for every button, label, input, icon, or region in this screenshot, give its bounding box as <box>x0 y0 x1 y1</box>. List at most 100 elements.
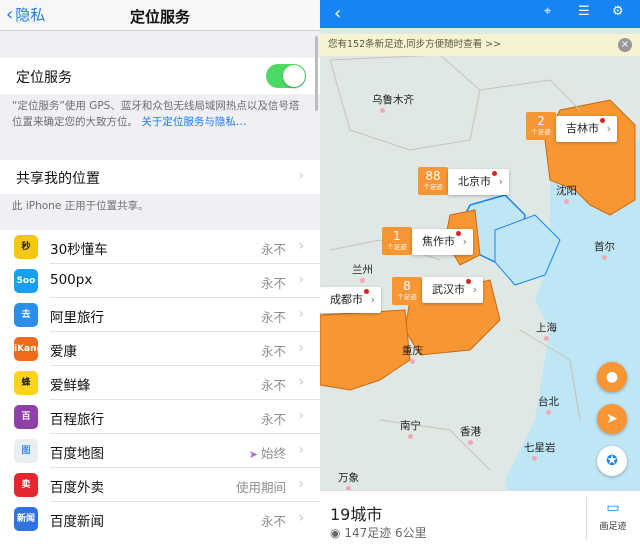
draw-footprint-label: 画足迹 <box>599 522 627 532</box>
location-pin-icon[interactable]: ⌖ <box>544 4 551 19</box>
place-dot <box>532 456 537 461</box>
chevron-right-icon: › <box>298 340 304 356</box>
city-label[interactable]: 吉林市 › <box>556 116 617 142</box>
app-row[interactable]: 新闻 百度新闻 永不 › <box>0 502 320 536</box>
close-icon[interactable]: × <box>618 38 632 52</box>
place-label: 重庆 <box>402 345 423 357</box>
chevron-right-icon: › <box>498 175 503 188</box>
city-label[interactable]: 焦作市 › <box>412 229 473 255</box>
sync-banner-text: 您有152条新足迹,同步方便随时查看 >> <box>328 39 502 50</box>
red-dot-icon <box>456 231 461 236</box>
privacy-link[interactable]: 关于定位服务与隐私… <box>141 116 246 128</box>
chevron-right-icon: › <box>298 306 304 322</box>
app-permission-status: ➤ 始终 <box>249 443 286 462</box>
chevron-right-icon: › <box>606 122 611 135</box>
permission-text: 永不 <box>260 242 286 257</box>
distance-value: 6公里 <box>395 526 427 540</box>
city-label[interactable]: 武汉市 › <box>422 277 483 303</box>
toggle-knob <box>283 65 305 87</box>
red-dot-icon <box>492 171 497 176</box>
app-name: 百度地图 <box>50 446 104 462</box>
app-icon: 5oo <box>14 269 38 293</box>
place-label: 沈阳 <box>556 185 577 197</box>
app-name: 30秒懂车 <box>50 242 108 258</box>
chevron-right-icon: › <box>298 374 304 390</box>
footprint-count-badge[interactable]: 2 个足迹 <box>526 112 556 140</box>
app-row[interactable]: iKang 爱康 永不 › <box>0 332 320 366</box>
share-location-note: 此 iPhone 正用于位置共享。 <box>12 200 149 212</box>
place-label: 南宁 <box>400 420 421 432</box>
app-icon: 百 <box>14 405 38 429</box>
footprint-count-badge[interactable]: 88 个足迹 <box>418 167 448 195</box>
place-dot <box>468 440 473 445</box>
locate-button[interactable]: ➤ <box>597 404 627 434</box>
divider <box>586 497 587 541</box>
app-name: 爱康 <box>50 344 77 360</box>
footprint-unit: 个足迹 <box>387 243 407 251</box>
navigation-arrow-icon: ➤ <box>606 411 618 427</box>
footprint-count-badge[interactable]: 8 个足迹 <box>392 277 422 305</box>
compass-button[interactable]: ✪ <box>597 446 627 476</box>
place-label: 首尔 <box>594 241 615 253</box>
place-dot <box>546 410 551 415</box>
app-icon: 去 <box>14 303 38 327</box>
share-location-label: 共享我的位置 <box>16 171 100 187</box>
app-icon: iKang <box>14 337 38 361</box>
chevron-right-icon: › <box>298 476 304 492</box>
footprint-count-badge[interactable]: 1 个足迹 <box>382 227 412 255</box>
app-row[interactable]: 5oo 500px 永不 › <box>0 264 320 298</box>
app-permission-status: 使用期间 <box>236 477 286 496</box>
compass-icon: ✪ <box>606 453 618 469</box>
app-icon: 图 <box>14 439 38 463</box>
place-dot <box>602 255 607 260</box>
red-dot-icon <box>600 118 605 123</box>
chevron-right-icon: › <box>298 408 304 424</box>
app-icon: 卖 <box>14 473 38 497</box>
city-label[interactable]: 成都市 › <box>320 287 381 313</box>
app-row[interactable]: 去阿里旅行 永不 › <box>0 298 320 332</box>
chevron-right-icon: › <box>462 235 467 248</box>
app-permission-status: 永不 <box>261 307 286 326</box>
app-row[interactable]: 秒 30秒懂车 永不 › <box>0 230 320 264</box>
permission-text: 永不 <box>260 344 286 359</box>
sync-banner[interactable]: 您有152条新足迹,同步方便随时查看 >> × <box>320 34 640 56</box>
city-name: 吉林市 <box>566 122 599 135</box>
app-name: 百度外卖 <box>50 480 104 496</box>
city-name: 焦作市 <box>422 235 455 248</box>
location-pin-icon: ◉ <box>330 526 341 540</box>
footprint-unit: 个足迹 <box>423 183 443 191</box>
place-label: 七星岩 <box>524 442 556 454</box>
list-icon[interactable]: ☰ <box>578 4 590 19</box>
chevron-right-icon: › <box>472 283 477 296</box>
place-dot <box>564 199 569 204</box>
footprint-count-number: 88 <box>425 169 441 183</box>
app-permission-status: 永不 <box>261 511 286 530</box>
app-name: 爱鲜蜂 <box>50 378 91 394</box>
chevron-right-icon: › <box>370 293 375 306</box>
place-dot <box>544 336 549 341</box>
permission-text: 永不 <box>260 276 286 291</box>
permission-text: 永不 <box>260 412 286 427</box>
scrollbar[interactable] <box>315 36 318 111</box>
app-row[interactable]: 卖百度外卖 使用期间 › <box>0 468 320 502</box>
red-dot-icon <box>364 289 369 294</box>
chevron-left-icon[interactable]: ‹ <box>334 3 341 24</box>
footprint-button[interactable]: ● <box>597 362 627 392</box>
footprint-count-number: 1 <box>393 229 401 243</box>
place-label: 兰州 <box>352 264 373 276</box>
chevron-right-icon: › <box>298 168 304 184</box>
footprint-unit: 个足迹 <box>531 128 551 136</box>
location-services-toggle[interactable] <box>266 64 306 88</box>
place-dot <box>360 278 365 283</box>
settings-icon[interactable]: ⚙ <box>612 4 624 19</box>
draw-footprint-button[interactable]: ▭ 画足迹 <box>590 497 636 541</box>
share-location-row[interactable]: 共享我的位置 › <box>0 160 320 194</box>
app-row[interactable]: 百百程旅行 永不 › <box>0 400 320 434</box>
app-name: 500px <box>50 272 93 288</box>
app-row[interactable]: 图百度地图 ➤ 始终 › <box>0 434 320 468</box>
foot-icon: ● <box>605 369 619 385</box>
app-row[interactable]: 蜂爱鲜蜂 永不 › <box>0 366 320 400</box>
city-label[interactable]: 北京市 › <box>448 169 509 195</box>
navigation-bar: ‹ 隐私 定位服务 <box>0 0 320 31</box>
app-icon: 新闻 <box>14 507 38 531</box>
